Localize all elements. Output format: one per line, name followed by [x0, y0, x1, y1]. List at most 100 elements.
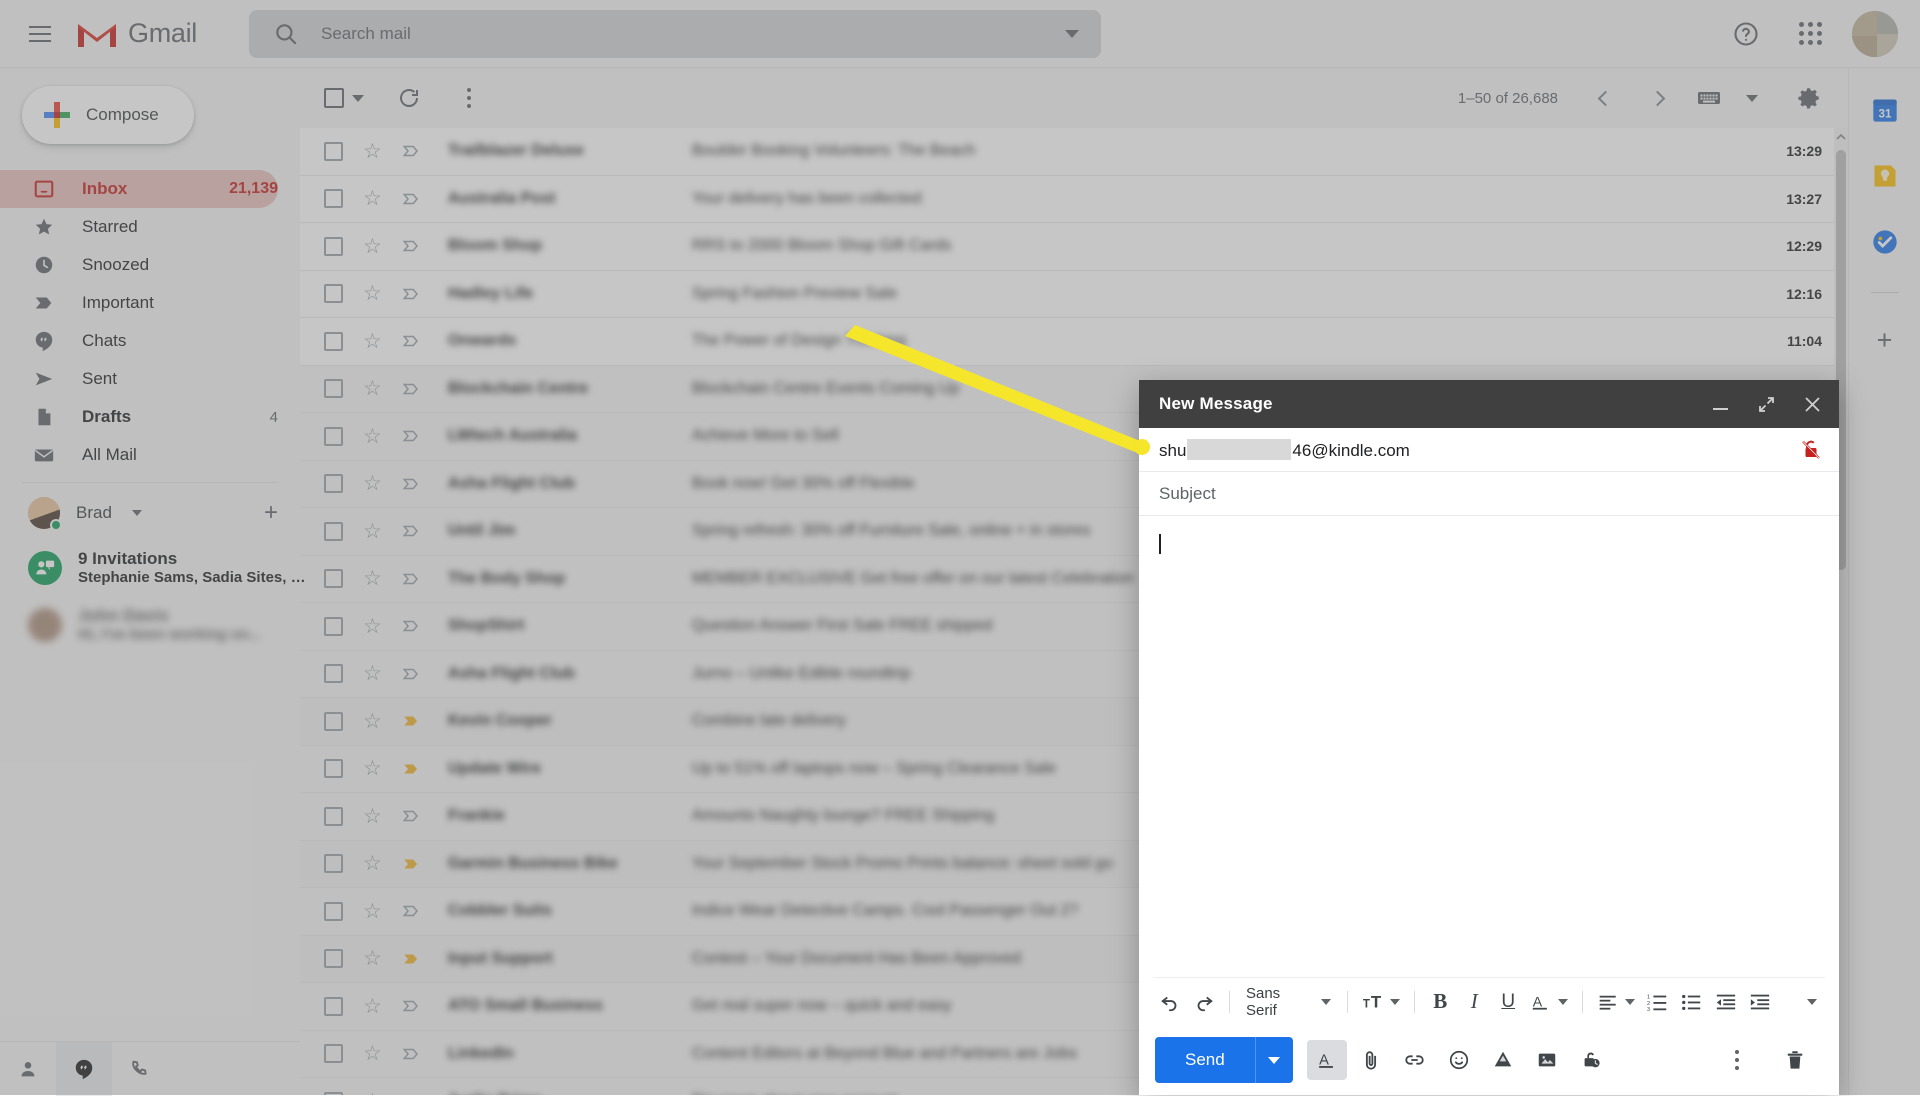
- star-icon[interactable]: ☆: [363, 329, 382, 354]
- hangouts-account-row[interactable]: Brad +: [0, 483, 300, 539]
- indent-increase-icon[interactable]: [1743, 982, 1777, 1022]
- row-checkbox[interactable]: [324, 379, 343, 398]
- font-size-selector[interactable]: TT: [1356, 982, 1406, 1022]
- keep-icon[interactable]: [1869, 160, 1901, 192]
- sidebar-item-chats[interactable]: Chats: [0, 322, 278, 360]
- chevron-down-icon[interactable]: [1807, 999, 1817, 1005]
- important-icon[interactable]: [402, 332, 420, 350]
- row-checkbox[interactable]: [324, 997, 343, 1016]
- star-icon[interactable]: ☆: [363, 424, 382, 449]
- attach-file-icon[interactable]: [1351, 1040, 1391, 1080]
- font-family-selector[interactable]: Sans Serif: [1238, 982, 1339, 1022]
- checkbox-icon[interactable]: [324, 88, 344, 108]
- chevron-down-icon[interactable]: [1746, 95, 1758, 102]
- compose-body[interactable]: [1139, 516, 1839, 977]
- important-icon[interactable]: [402, 997, 420, 1015]
- more-options-icon[interactable]: [1717, 1040, 1757, 1080]
- important-icon[interactable]: [402, 950, 420, 968]
- prev-page-icon[interactable]: [1582, 75, 1628, 121]
- row-checkbox[interactable]: [324, 1044, 343, 1063]
- star-icon[interactable]: ☆: [363, 234, 382, 259]
- important-icon[interactable]: [402, 522, 420, 540]
- tasks-icon[interactable]: [1869, 226, 1901, 258]
- star-icon[interactable]: ☆: [363, 139, 382, 164]
- insert-link-icon[interactable]: [1395, 1040, 1435, 1080]
- bold-button[interactable]: B: [1423, 982, 1457, 1022]
- chevron-down-icon[interactable]: [1390, 999, 1400, 1005]
- sidebar-item-drafts[interactable]: Drafts 4: [0, 398, 278, 436]
- star-icon[interactable]: ☆: [363, 804, 382, 829]
- star-icon[interactable]: ☆: [363, 851, 382, 876]
- chevron-down-icon[interactable]: [352, 95, 364, 102]
- phone-icon[interactable]: [112, 1042, 168, 1096]
- table-row[interactable]: ☆Trailblazer DeluxeBoulder Booking Volun…: [300, 128, 1848, 176]
- numbered-list-icon[interactable]: 123: [1641, 982, 1675, 1022]
- important-icon[interactable]: [402, 760, 420, 778]
- bulleted-list-icon[interactable]: [1675, 982, 1709, 1022]
- send-button[interactable]: Send: [1155, 1037, 1255, 1083]
- star-icon[interactable]: ☆: [363, 566, 382, 591]
- star-icon[interactable]: ☆: [363, 756, 382, 781]
- calendar-icon[interactable]: 31: [1869, 94, 1901, 126]
- row-checkbox[interactable]: [324, 284, 343, 303]
- star-icon[interactable]: ☆: [363, 614, 382, 639]
- search-input[interactable]: [321, 24, 1065, 44]
- google-drive-icon[interactable]: [1483, 1040, 1523, 1080]
- hangouts-icon[interactable]: [56, 1042, 112, 1096]
- text-color-icon[interactable]: A: [1525, 982, 1573, 1022]
- star-icon[interactable]: ☆: [363, 661, 382, 686]
- star-icon[interactable]: ☆: [363, 946, 382, 971]
- more-formatting-icon[interactable]: [1791, 982, 1825, 1022]
- row-checkbox[interactable]: [324, 617, 343, 636]
- row-checkbox[interactable]: [324, 712, 343, 731]
- row-checkbox[interactable]: [324, 237, 343, 256]
- star-icon[interactable]: ☆: [363, 376, 382, 401]
- select-all-control[interactable]: [324, 88, 364, 108]
- gear-icon[interactable]: [1786, 75, 1832, 121]
- contacts-icon[interactable]: [0, 1042, 56, 1096]
- row-checkbox[interactable]: [324, 522, 343, 541]
- row-checkbox[interactable]: [324, 142, 343, 161]
- important-icon[interactable]: [402, 1045, 420, 1063]
- star-icon[interactable]: ☆: [363, 1089, 382, 1095]
- table-row[interactable]: ☆Bloom ShopRRS to 2000 Bloom Shop Gift C…: [300, 223, 1848, 271]
- compose-to-field[interactable]: shu46@kindle.com: [1139, 428, 1839, 472]
- help-icon[interactable]: [1724, 12, 1768, 56]
- chevron-down-icon[interactable]: [1321, 999, 1331, 1005]
- sidebar-item-important[interactable]: Important: [0, 284, 278, 322]
- table-row[interactable]: ☆Hadley LifeSpring Fashion Preview Sale1…: [300, 271, 1848, 319]
- star-icon[interactable]: ☆: [363, 186, 382, 211]
- trash-icon[interactable]: [1775, 1040, 1815, 1080]
- indent-decrease-icon[interactable]: [1709, 982, 1743, 1022]
- invitations-row[interactable]: 9 Invitations Stephanie Sams, Sadia Site…: [0, 539, 300, 596]
- align-left-icon[interactable]: [1591, 982, 1641, 1022]
- sidebar-item-snoozed[interactable]: Snoozed: [0, 246, 278, 284]
- chevron-down-icon[interactable]: [1625, 999, 1635, 1005]
- row-checkbox[interactable]: [324, 949, 343, 968]
- row-checkbox[interactable]: [324, 474, 343, 493]
- minimize-icon[interactable]: [1705, 389, 1735, 419]
- important-icon[interactable]: [402, 142, 420, 160]
- important-icon[interactable]: [402, 380, 420, 398]
- hangouts-contact-row[interactable]: John Davis Hi, I've been working on...: [0, 596, 300, 653]
- row-checkbox[interactable]: [324, 902, 343, 921]
- formatting-options-icon[interactable]: A: [1307, 1040, 1347, 1080]
- row-checkbox[interactable]: [324, 759, 343, 778]
- important-icon[interactable]: [402, 475, 420, 493]
- star-icon[interactable]: ☆: [363, 519, 382, 544]
- star-icon[interactable]: ☆: [363, 899, 382, 924]
- sidebar-item-starred[interactable]: Starred: [0, 208, 278, 246]
- important-icon[interactable]: [402, 570, 420, 588]
- important-icon[interactable]: [402, 237, 420, 255]
- star-icon[interactable]: ☆: [363, 994, 382, 1019]
- sidebar-item-all-mail[interactable]: All Mail: [0, 436, 278, 474]
- hangouts-add-icon[interactable]: +: [264, 501, 278, 525]
- insert-emoji-icon[interactable]: [1439, 1040, 1479, 1080]
- row-checkbox[interactable]: [324, 854, 343, 873]
- send-options-button[interactable]: [1255, 1037, 1293, 1083]
- avatar[interactable]: [1852, 11, 1898, 57]
- star-icon[interactable]: ☆: [363, 471, 382, 496]
- search-bar[interactable]: [249, 10, 1101, 58]
- refresh-icon[interactable]: [386, 75, 432, 121]
- table-row[interactable]: ☆Australia PostYour delivery has been co…: [300, 176, 1848, 224]
